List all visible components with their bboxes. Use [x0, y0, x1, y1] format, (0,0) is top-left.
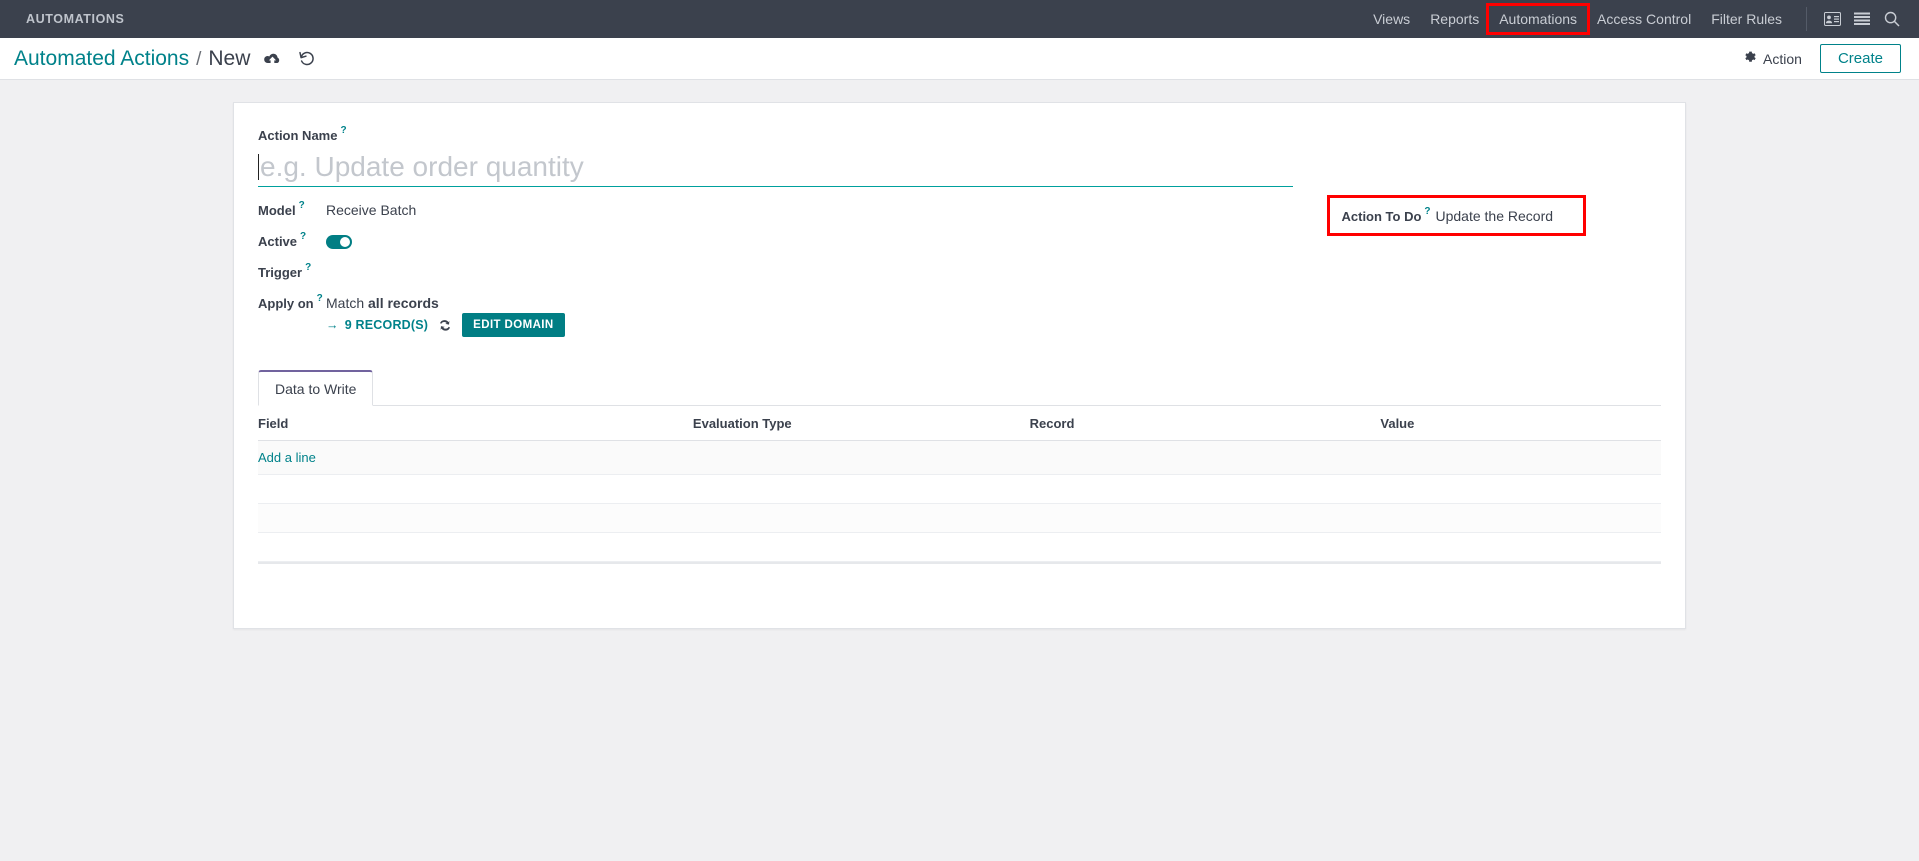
top-navbar: AUTOMATIONS Views Reports Automations Ac… [0, 0, 1919, 38]
field-row-active: Active ? [258, 231, 960, 253]
model-help-icon[interactable]: ? [299, 200, 305, 211]
table-body: Add a line [258, 440, 1661, 562]
apply-on-summary: Match all records [326, 294, 565, 311]
table-footer-spacer [258, 562, 1661, 628]
apply-on-label: Apply on [258, 296, 314, 311]
table-header-row: Field Evaluation Type Record Value [258, 406, 1661, 441]
action-menu-label: Action [1763, 50, 1802, 67]
notebook: Data to Write Field Evaluation Type Reco… [258, 369, 1661, 628]
model-value[interactable]: Receive Batch [326, 201, 416, 218]
model-label-wrap: Model ? [258, 200, 326, 218]
active-help-icon[interactable]: ? [300, 231, 306, 242]
column-header-value[interactable]: Value [1380, 406, 1661, 441]
action-menu-button[interactable]: Action [1744, 51, 1802, 67]
apply-on-strong: all records [368, 295, 439, 311]
action-to-do-help-icon[interactable]: ? [1424, 206, 1430, 217]
form-column-right: Action To Do ? Update the Record [960, 195, 1662, 347]
app-brand[interactable]: AUTOMATIONS [26, 12, 125, 26]
active-label-wrap: Active ? [258, 231, 326, 249]
trigger-help-icon[interactable]: ? [305, 262, 311, 273]
edit-domain-button[interactable]: EDIT DOMAIN [462, 313, 565, 337]
text-caret [258, 153, 259, 180]
filler-row [258, 532, 1661, 562]
contacts-icon[interactable] [1817, 6, 1847, 32]
field-row-trigger: Trigger ? [258, 262, 960, 284]
record-count-label: 9 RECORD(S) [344, 318, 429, 332]
action-name-label-wrap: Action Name ? [258, 125, 347, 143]
field-row-model: Model ? Receive Batch [258, 200, 960, 222]
action-name-placeholder: e.g. Update order quantity [260, 150, 584, 182]
nav-item-automations[interactable]: Automations [1486, 3, 1591, 35]
action-name-help-icon[interactable]: ? [340, 125, 346, 136]
apply-on-label-wrap: Apply on ? [258, 293, 326, 311]
trigger-label: Trigger [258, 265, 303, 280]
action-to-do-highlight-box: Action To Do ? Update the Record [1326, 195, 1587, 236]
activities-list-icon[interactable] [1847, 6, 1877, 32]
form-sheet-wrapper: Action Name ? e.g. Update order quantity… [0, 80, 1919, 629]
record-actions [264, 51, 315, 66]
form-column-left: Model ? Receive Batch Active ? Trigger ? [258, 200, 960, 347]
nav-item-access-control[interactable]: Access Control [1587, 6, 1701, 32]
action-to-do-label: Action To Do [1341, 209, 1422, 224]
refresh-icon[interactable] [438, 319, 452, 332]
notebook-tabs: Data to Write [258, 369, 1661, 406]
nav-item-reports[interactable]: Reports [1420, 6, 1489, 32]
filler-cell [258, 532, 1661, 562]
column-header-record[interactable]: Record [1029, 406, 1381, 441]
model-label: Model [258, 203, 296, 218]
breadcrumb-parent[interactable]: Automated Actions [14, 47, 189, 71]
breadcrumb-current: New [208, 46, 251, 70]
form-group: Model ? Receive Batch Active ? Trigger ? [258, 195, 1662, 347]
filler-cell [258, 474, 1661, 504]
action-to-do-label-wrap: Action To Do ? [1341, 206, 1436, 224]
apply-on-help-icon[interactable]: ? [317, 293, 323, 304]
add-line-row[interactable]: Add a line [258, 440, 1661, 475]
control-panel-right: Action Create [1744, 44, 1901, 73]
undo-icon[interactable] [299, 51, 315, 66]
action-name-input[interactable]: e.g. Update order quantity [258, 147, 1293, 187]
record-count-link[interactable]: → 9 RECORD(S) [326, 318, 428, 332]
trigger-label-wrap: Trigger ? [258, 262, 326, 280]
filler-cell [258, 503, 1661, 533]
nav-item-views[interactable]: Views [1363, 6, 1420, 32]
action-name-label: Action Name [258, 128, 338, 143]
active-toggle[interactable] [326, 235, 352, 249]
data-to-write-table: Field Evaluation Type Record Value Add a… [258, 406, 1661, 562]
domain-controls: → 9 RECORD(S) EDIT DOMAIN [326, 313, 565, 337]
breadcrumb: Automated Actions / New [14, 47, 250, 71]
search-icon[interactable] [1877, 6, 1907, 32]
arrow-right-icon: → [326, 318, 339, 332]
cloud-upload-icon[interactable] [264, 52, 281, 66]
navbar-divider [1806, 7, 1807, 31]
filler-row [258, 503, 1661, 533]
control-panel: Automated Actions / New Action Create [0, 38, 1919, 80]
add-line-cell: Add a line [258, 440, 1661, 475]
navbar-right-section: Views Reports Automations Access Control… [1363, 3, 1907, 35]
filler-row [258, 474, 1661, 504]
apply-on-content: Match all records → 9 RECORD(S) EDIT DOM… [326, 294, 565, 337]
action-to-do-value[interactable]: Update the Record [1436, 207, 1554, 224]
table-head: Field Evaluation Type Record Value [258, 406, 1661, 441]
add-a-line-link[interactable]: Add a line [258, 450, 316, 465]
action-name-group: Action Name ? e.g. Update order quantity [258, 125, 1293, 187]
nav-item-filter-rules[interactable]: Filter Rules [1701, 6, 1792, 32]
field-row-apply-on: Apply on ? Match all records → 9 RECORD(… [258, 293, 960, 337]
create-button[interactable]: Create [1819, 44, 1901, 73]
column-header-evaluation-type[interactable]: Evaluation Type [692, 406, 1030, 441]
apply-on-prefix: Match [326, 295, 369, 311]
active-label: Active [258, 234, 298, 249]
breadcrumb-separator: / [196, 48, 202, 70]
tab-data-to-write[interactable]: Data to Write [258, 370, 374, 406]
form-sheet: Action Name ? e.g. Update order quantity… [233, 102, 1686, 629]
gear-icon [1744, 51, 1757, 67]
column-header-field[interactable]: Field [258, 406, 693, 441]
